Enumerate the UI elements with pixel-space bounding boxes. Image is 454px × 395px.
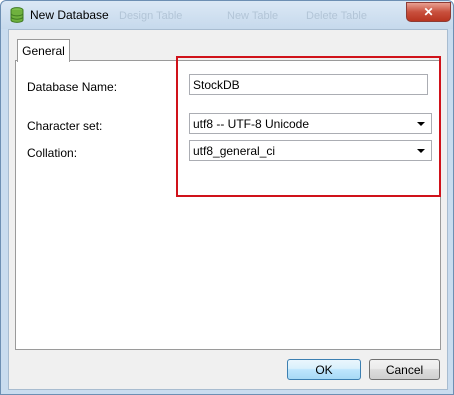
database-name-input[interactable]: StockDB [189,74,428,95]
new-database-window: New Database Design Table New Table Dele… [0,0,454,395]
database-icon [10,7,24,23]
window-title: New Database [30,8,109,22]
tab-general-label: General [22,44,65,58]
dialog-client-area: General Database Name: StockDB Character… [8,29,448,390]
collation-select[interactable]: utf8_general_ci [189,140,432,161]
tab-general[interactable]: General [17,39,70,62]
title-bar[interactable]: New Database Design Table New Table Dele… [1,1,453,29]
ghost-toolbar-item: New Table [227,10,279,22]
character-set-label: Character set: [27,119,103,133]
database-name-label: Database Name: [27,80,118,94]
chevron-down-icon [417,122,425,126]
character-set-select[interactable]: utf8 -- UTF-8 Unicode [189,113,432,134]
ghost-toolbar-item: Design Table [119,10,183,22]
collation-value: utf8_general_ci [193,144,276,158]
general-tab-panel: Database Name: StockDB Character set: ut… [15,60,441,350]
ghost-toolbar-item: Delete Table [306,10,367,22]
cancel-button-label: Cancel [385,362,424,377]
character-set-value: utf8 -- UTF-8 Unicode [193,117,310,131]
cancel-button[interactable]: Cancel [369,359,440,380]
close-button[interactable]: ✕ [406,2,451,22]
close-icon: ✕ [423,5,434,19]
database-name-value: StockDB [193,78,240,92]
ok-button[interactable]: OK [287,359,361,380]
chevron-down-icon [417,149,425,153]
collation-label: Collation: [27,146,78,160]
ok-button-label: OK [315,362,333,377]
